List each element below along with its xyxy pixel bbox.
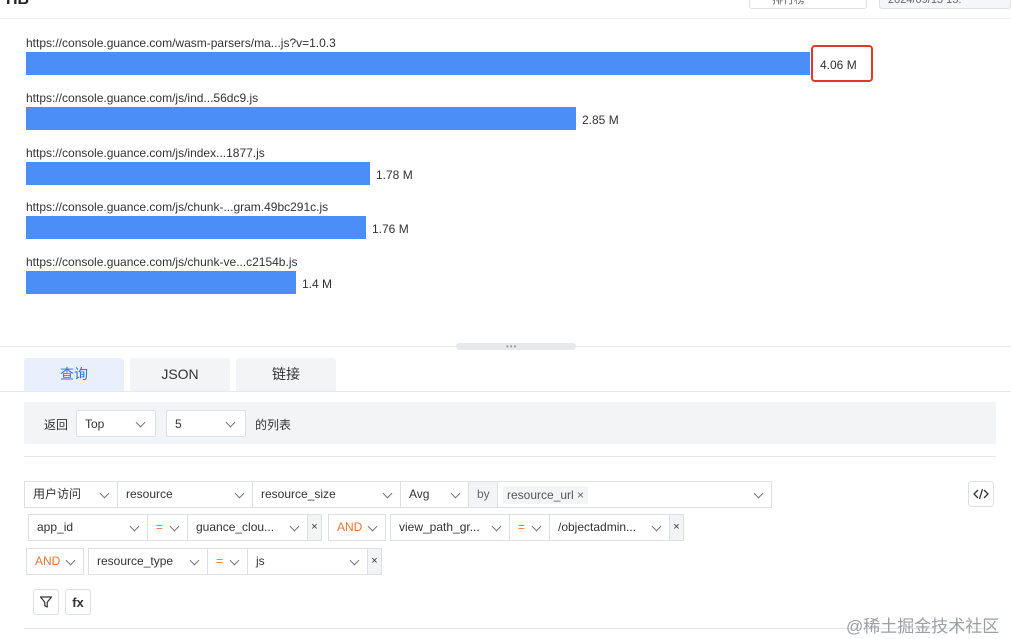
bar-value-label-4: 1.4 M — [302, 277, 333, 292]
tab-link[interactable]: 链接 — [236, 358, 336, 391]
return-prefix-label: 返回 — [44, 418, 69, 432]
chevron-down-icon — [753, 488, 764, 499]
bar-1[interactable] — [26, 106, 576, 130]
fx-icon: fx — [72, 594, 84, 610]
return-settings: 返回 Top 5 的列表 — [24, 402, 996, 444]
highlight-box — [811, 45, 873, 82]
filter2-value-select[interactable]: /objectadmin... — [549, 514, 670, 541]
chevron-down-icon — [450, 488, 461, 499]
code-icon — [973, 488, 989, 500]
tab-json[interactable]: JSON — [130, 358, 230, 391]
filter1-value-select[interactable]: guance_clou... — [187, 514, 308, 541]
chevron-down-icon — [382, 488, 393, 499]
bar-label-4: https://console.guance.com/js/chunk-ve..… — [26, 255, 298, 270]
chevron-down-icon — [99, 488, 110, 499]
add-function-button[interactable]: fx — [65, 589, 91, 615]
drag-dots-icon: ••• — [506, 342, 518, 351]
filter2-logic-select[interactable]: AND — [328, 514, 386, 541]
top-bar: HB 排行榜 2024/09/13 15: — [0, 0, 1011, 19]
filter1-remove-button[interactable]: × — [308, 514, 322, 541]
group-by-select[interactable]: resource_url × — [497, 481, 772, 508]
filter3-remove-button[interactable]: × — [368, 548, 382, 575]
return-suffix-label: 的列表 — [255, 418, 292, 432]
bar-3[interactable] — [26, 216, 366, 240]
add-filter-button[interactable] — [33, 589, 59, 615]
chevron-down-icon — [349, 555, 360, 566]
chevron-down-icon — [189, 555, 200, 566]
filter-icon — [39, 596, 53, 608]
watermark: @稀土掘金技术社区 — [846, 617, 1000, 636]
tab-bar: 查询 JSON 链接 — [0, 358, 1011, 392]
bar-4[interactable] — [26, 271, 296, 295]
tag-close-icon[interactable]: × — [577, 488, 584, 502]
resize-handle[interactable]: ••• — [456, 342, 576, 351]
group-tag: resource_url × — [503, 486, 589, 504]
field-select[interactable]: resource_size — [252, 481, 401, 508]
top-mode-value: Top — [85, 416, 105, 431]
chevron-down-icon — [651, 521, 662, 532]
filter3-value-select[interactable]: js — [247, 548, 368, 575]
bar-value-label-1: 2.85 M — [582, 112, 619, 127]
chevron-down-icon — [531, 521, 542, 532]
filter3-key-select[interactable]: resource_type — [88, 548, 208, 575]
top-mode-select[interactable]: Top — [76, 410, 156, 437]
chevron-down-icon — [367, 521, 378, 532]
tab-query[interactable]: 查询 — [24, 358, 124, 391]
aggregation-select[interactable]: Avg — [400, 481, 469, 508]
filter2-remove-button[interactable]: × — [670, 514, 684, 541]
filter2-key-select[interactable]: view_path_gr... — [390, 514, 510, 541]
section-divider — [24, 456, 996, 457]
chart-type-select[interactable]: 排行榜 — [749, 0, 867, 9]
chart-title: HB — [6, 0, 29, 9]
data-source-select[interactable]: 用户访问 — [24, 481, 118, 508]
filter3-logic-select[interactable]: AND — [26, 548, 84, 575]
bar-label-0: https://console.guance.com/wasm-parsers/… — [26, 36, 336, 50]
chevron-down-icon — [65, 555, 76, 566]
chevron-down-icon — [135, 417, 146, 428]
chevron-down-icon — [229, 555, 240, 566]
bar-label-1: https://console.guance.com/js/ind...56dc… — [26, 90, 259, 105]
chevron-down-icon — [491, 521, 502, 532]
filter1-operator-select[interactable]: = — [147, 514, 188, 541]
bar-label-2: https://console.guance.com/js/index...18… — [26, 145, 265, 160]
top-count-select[interactable]: 5 — [166, 410, 246, 437]
measurement-select[interactable]: resource — [117, 481, 253, 508]
bar-chart: https://console.guance.com/wasm-parsers/… — [0, 19, 1011, 347]
bar-2[interactable] — [26, 161, 370, 185]
chevron-down-icon — [289, 521, 300, 532]
chevron-down-icon — [169, 521, 180, 532]
filter1-key-select[interactable]: app_id — [28, 514, 148, 541]
bar-value-label-3: 1.76 M — [372, 222, 409, 237]
bar-label-3: https://console.guance.com/js/chunk-...g… — [26, 200, 329, 215]
chevron-down-icon — [234, 488, 245, 499]
filter2-operator-select[interactable]: = — [509, 514, 550, 541]
bar-value-label-2: 1.78 M — [376, 167, 413, 182]
filter3-operator-select[interactable]: = — [207, 548, 248, 575]
code-view-button[interactable] — [968, 481, 994, 507]
chevron-down-icon — [129, 521, 140, 532]
time-range-button[interactable]: 2024/09/13 15: — [879, 0, 1011, 9]
by-label: by — [468, 481, 498, 508]
bar-0[interactable] — [26, 52, 810, 75]
top-count-value: 5 — [175, 416, 182, 431]
chevron-down-icon — [225, 417, 236, 428]
